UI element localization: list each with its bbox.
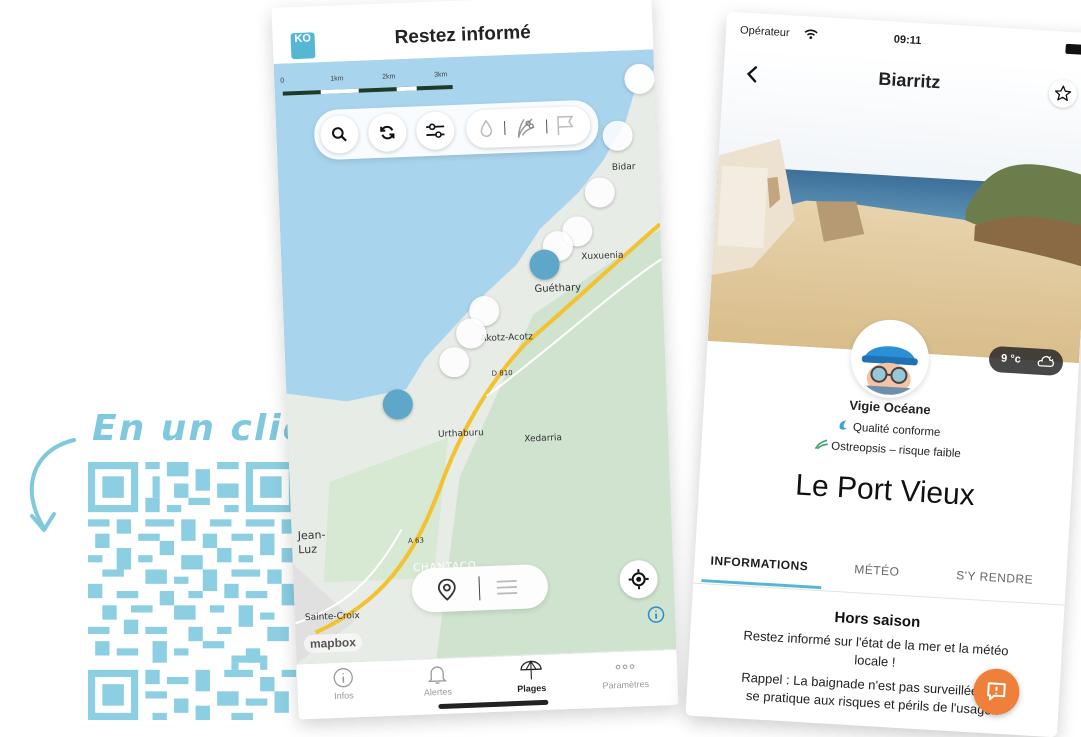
chat-alert-icon bbox=[987, 682, 1006, 701]
crosshair-icon bbox=[628, 569, 649, 590]
tab-sy-rendre[interactable]: S'Y RENDRE bbox=[956, 568, 1034, 587]
view-toggle[interactable] bbox=[411, 563, 549, 613]
scale-label: 2km bbox=[382, 73, 396, 81]
place-label-xuxuenia: Xuxuenia bbox=[581, 250, 624, 263]
bell-icon bbox=[427, 666, 448, 684]
search-icon bbox=[332, 127, 347, 142]
more-icon bbox=[615, 664, 635, 670]
road-label-d810: D 810 bbox=[491, 368, 513, 378]
curved-arrow-icon bbox=[29, 438, 76, 532]
list-icon[interactable] bbox=[496, 579, 519, 596]
road-label-a63: A 63 bbox=[407, 536, 425, 546]
beach-phone: Opérateur 09:11 Biarritz 9 °c Vigie Océa… bbox=[685, 11, 1081, 737]
favorite-button[interactable] bbox=[1048, 78, 1078, 109]
beach-screen: Opérateur 09:11 Biarritz 9 °c Vigie Océa… bbox=[685, 11, 1081, 737]
place-label-sainte-croix: Sainte-Croix bbox=[304, 611, 360, 624]
lifeguard-avatar-image bbox=[851, 320, 928, 397]
map-info-icon[interactable] bbox=[647, 605, 666, 624]
sliders-icon bbox=[426, 123, 445, 138]
place-label-urthaburu: Urthaburu bbox=[437, 428, 485, 440]
temperature-value: 9 °c bbox=[1000, 352, 1022, 366]
weather-badge[interactable]: 9 °c bbox=[988, 345, 1064, 377]
algae-icon bbox=[814, 439, 828, 450]
place-label-xedarria: Xedarria bbox=[524, 433, 563, 445]
promo-tagline: En un clic bbox=[92, 408, 306, 449]
place-label-bidart: Bidar bbox=[611, 162, 636, 173]
tab-alertes[interactable]: Alertes bbox=[399, 662, 476, 699]
refresh-button[interactable] bbox=[367, 112, 408, 153]
map-pin-icon[interactable] bbox=[437, 578, 457, 601]
umbrella-icon bbox=[520, 660, 542, 680]
layer-filter[interactable] bbox=[465, 105, 591, 149]
map-screen: KO Restez informé Bidar Xuxuenia Guéthar… bbox=[271, 0, 679, 720]
detail-tabs: INFORMATIONS MÉTÉO S'Y RENDRE bbox=[693, 538, 1068, 606]
active-tab-indicator bbox=[701, 579, 822, 590]
search-button[interactable] bbox=[319, 114, 360, 155]
page-title: Biarritz bbox=[877, 68, 941, 93]
place-label-saint-jean: Jean- Luz bbox=[297, 528, 326, 557]
water-drop-icon[interactable] bbox=[480, 119, 493, 138]
star-icon bbox=[1054, 85, 1072, 102]
page-title: Restez informé bbox=[394, 22, 532, 49]
tab-label: Infos bbox=[333, 690, 354, 702]
algae-icon[interactable] bbox=[514, 115, 537, 140]
clock: 09:11 bbox=[893, 33, 922, 48]
tab-informations[interactable]: INFORMATIONS bbox=[710, 554, 808, 574]
water-quality-label: Qualité conforme bbox=[852, 421, 941, 439]
tab-label: Alertes bbox=[423, 686, 453, 698]
filters-button[interactable] bbox=[415, 111, 456, 151]
info-icon bbox=[333, 668, 353, 688]
battery-icon bbox=[1065, 43, 1081, 56]
flag-icon[interactable] bbox=[556, 115, 575, 136]
mapbox-attribution[interactable]: mapbox bbox=[303, 632, 363, 654]
toggle-divider bbox=[478, 576, 481, 601]
tab-label: Paramètres bbox=[602, 678, 650, 691]
tab-label: Plages bbox=[517, 682, 547, 695]
weather-icon bbox=[1037, 355, 1055, 368]
place-label-guethary: Guéthary bbox=[534, 282, 582, 296]
scale-label: 3km bbox=[434, 71, 448, 79]
water-quality-icon bbox=[839, 420, 847, 430]
tab-plages[interactable]: Plages bbox=[493, 658, 570, 695]
scale-label: 1km bbox=[330, 75, 344, 83]
wifi-icon bbox=[804, 29, 818, 39]
map-phone: KO Restez informé Bidar Xuxuenia Guéthar… bbox=[271, 0, 698, 720]
scale-label: 0 bbox=[280, 77, 285, 85]
ostreopsis-label: Ostreopsis – risque faible bbox=[830, 440, 962, 461]
beach-name: Le Port Vieux bbox=[794, 468, 976, 513]
tab-meteo[interactable]: MÉTÉO bbox=[854, 562, 900, 579]
tab-parametres[interactable]: Paramètres bbox=[587, 654, 664, 691]
place-label-akotz: Akotz-Acotz bbox=[480, 332, 534, 345]
qr-code[interactable] bbox=[88, 462, 296, 720]
tab-infos[interactable]: Infos bbox=[305, 665, 382, 702]
carrier-label: Opérateur bbox=[739, 24, 790, 40]
refresh-icon bbox=[380, 125, 395, 140]
scale-bar bbox=[282, 85, 453, 96]
